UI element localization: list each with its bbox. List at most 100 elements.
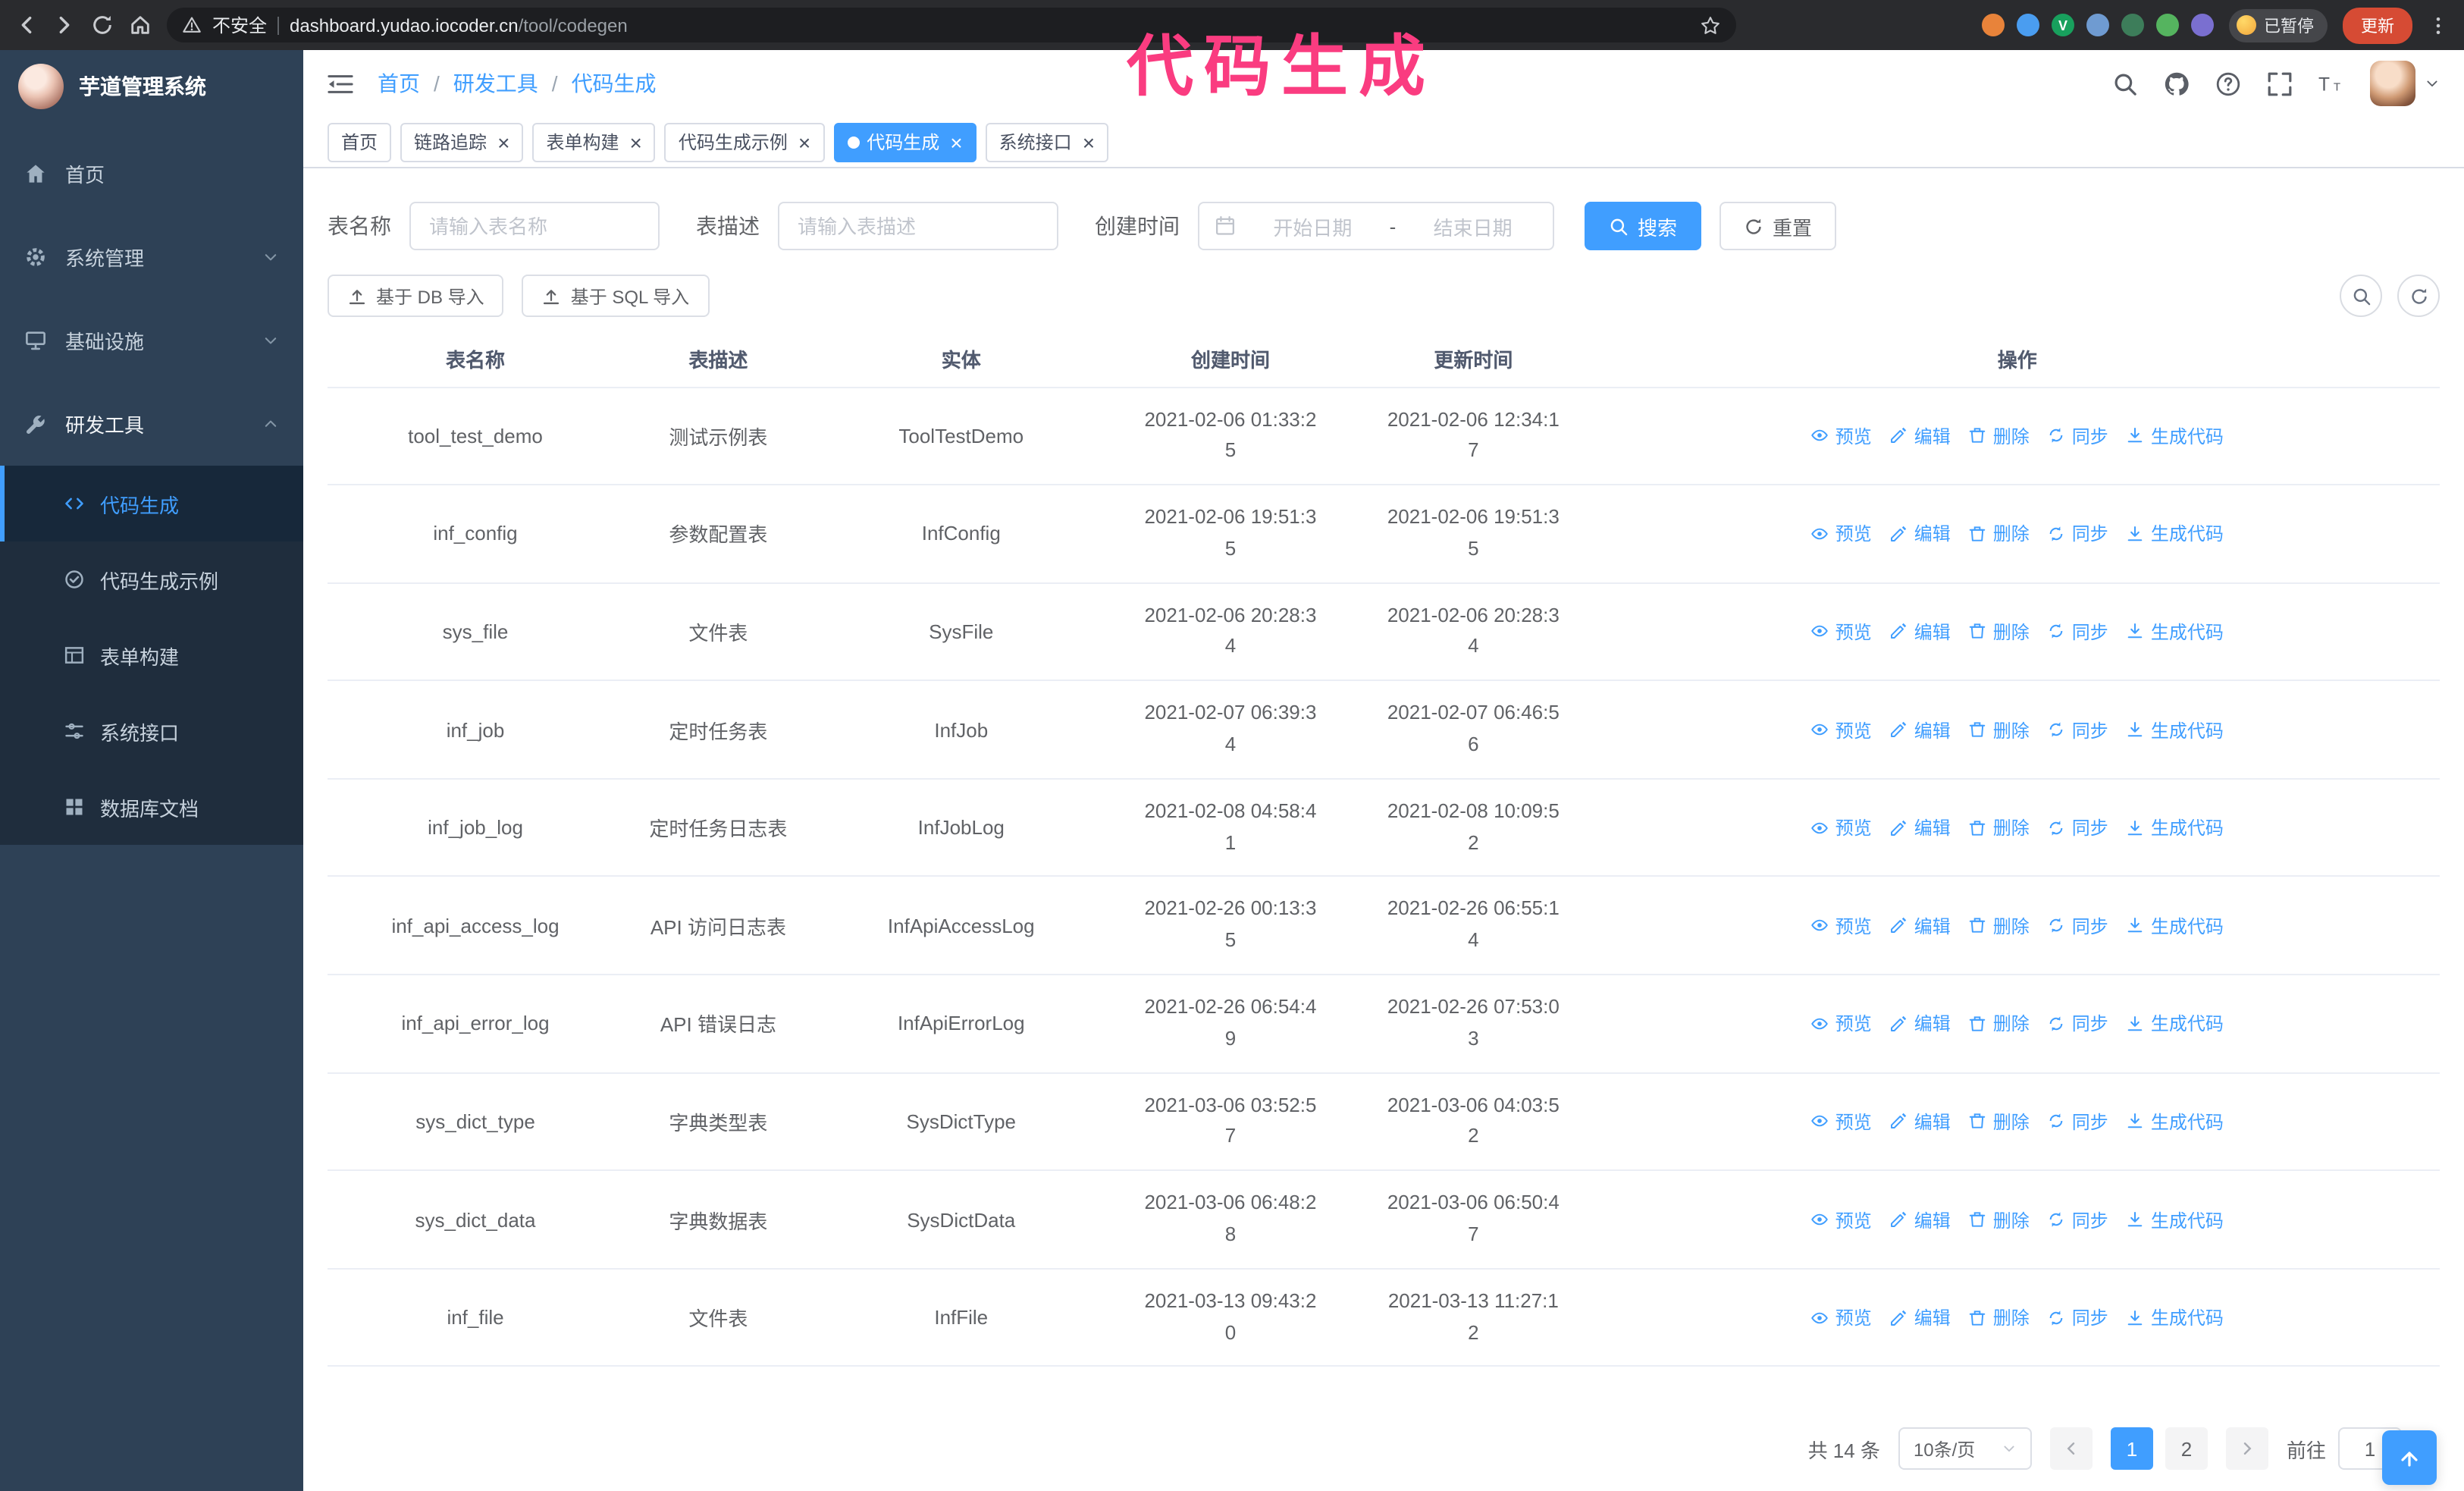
- row-7-action-generate[interactable]: 生成代码: [2127, 1109, 2224, 1135]
- close-icon[interactable]: ×: [950, 131, 962, 152]
- reset-button[interactable]: 重置: [1719, 202, 1837, 250]
- row-9-action-delete[interactable]: 删除: [1969, 1304, 2030, 1330]
- row-0-action-delete[interactable]: 删除: [1969, 423, 2030, 449]
- extension-dark-green[interactable]: [2121, 14, 2144, 36]
- prev-page-button[interactable]: [2049, 1427, 2093, 1470]
- row-9-action-edit[interactable]: 编辑: [1890, 1304, 1951, 1330]
- row-7-action-edit[interactable]: 编辑: [1890, 1109, 1951, 1135]
- row-0-action-edit[interactable]: 编辑: [1890, 423, 1951, 449]
- toggle-search-button[interactable]: [2340, 275, 2382, 317]
- back-to-top-button[interactable]: [2382, 1430, 2437, 1485]
- page-2-button[interactable]: 2: [2165, 1427, 2208, 1470]
- browser-home-button[interactable]: [129, 14, 152, 36]
- row-8-action-preview[interactable]: 预览: [1811, 1207, 1872, 1232]
- row-0-action-preview[interactable]: 预览: [1811, 423, 1872, 449]
- browser-update-button[interactable]: 更新: [2343, 7, 2412, 43]
- browser-back-button[interactable]: [15, 14, 38, 36]
- browser-reload-button[interactable]: [91, 14, 114, 36]
- import-db-button[interactable]: 基于 DB 导入: [328, 275, 504, 317]
- hamburger-icon[interactable]: [328, 71, 353, 96]
- extension-blue[interactable]: [2017, 14, 2039, 36]
- extension-orange[interactable]: [1982, 14, 2005, 36]
- sidebar-item-system[interactable]: 系统管理: [0, 215, 303, 299]
- row-4-action-preview[interactable]: 预览: [1811, 815, 1872, 840]
- row-1-action-generate[interactable]: 生成代码: [2127, 521, 2224, 547]
- tab-1[interactable]: 链路追踪 ×: [400, 122, 524, 162]
- sidebar-subitem-api[interactable]: 系统接口: [0, 693, 303, 769]
- paused-badge[interactable]: 已暂停: [2229, 8, 2328, 42]
- user-menu[interactable]: [2370, 61, 2440, 106]
- close-icon[interactable]: ×: [497, 131, 509, 152]
- sidebar-subitem-db-doc[interactable]: 数据库文档: [0, 769, 303, 845]
- row-7-action-delete[interactable]: 删除: [1969, 1109, 2030, 1135]
- row-9-action-sync[interactable]: 同步: [2048, 1304, 2108, 1330]
- tab-0[interactable]: 首页: [328, 122, 392, 162]
- row-9-action-generate[interactable]: 生成代码: [2127, 1304, 2224, 1330]
- row-5-action-edit[interactable]: 编辑: [1890, 913, 1951, 939]
- fullscreen-icon[interactable]: [2267, 71, 2293, 96]
- row-8-action-delete[interactable]: 删除: [1969, 1207, 2030, 1232]
- row-6-action-preview[interactable]: 预览: [1811, 1011, 1872, 1037]
- row-5-action-sync[interactable]: 同步: [2048, 913, 2108, 939]
- font-size-icon[interactable]: TT: [2318, 71, 2344, 96]
- refresh-table-button[interactable]: [2397, 275, 2440, 317]
- sidebar-subitem-codegen[interactable]: 代码生成: [0, 466, 303, 541]
- row-2-action-edit[interactable]: 编辑: [1890, 619, 1951, 645]
- extension-people[interactable]: [2086, 14, 2109, 36]
- breadcrumb-item-1[interactable]: 研发工具: [453, 68, 538, 99]
- tab-2[interactable]: 表单构建 ×: [532, 122, 656, 162]
- breadcrumb-item-2[interactable]: 代码生成: [572, 68, 657, 99]
- row-3-action-preview[interactable]: 预览: [1811, 717, 1872, 742]
- row-1-action-edit[interactable]: 编辑: [1890, 521, 1951, 547]
- row-3-action-delete[interactable]: 删除: [1969, 717, 2030, 742]
- row-2-action-preview[interactable]: 预览: [1811, 619, 1872, 645]
- row-6-action-delete[interactable]: 删除: [1969, 1011, 2030, 1037]
- extension-green-v[interactable]: V: [2052, 14, 2074, 36]
- extension-leaf[interactable]: [2156, 14, 2179, 36]
- row-4-action-delete[interactable]: 删除: [1969, 815, 2030, 840]
- row-3-action-sync[interactable]: 同步: [2048, 717, 2108, 742]
- row-6-action-generate[interactable]: 生成代码: [2127, 1011, 2224, 1037]
- close-icon[interactable]: ×: [629, 131, 641, 152]
- github-icon[interactable]: [2164, 71, 2190, 96]
- row-6-action-sync[interactable]: 同步: [2048, 1011, 2108, 1037]
- table-name-input[interactable]: [409, 202, 660, 250]
- next-page-button[interactable]: [2225, 1427, 2268, 1470]
- row-5-action-preview[interactable]: 预览: [1811, 913, 1872, 939]
- row-2-action-generate[interactable]: 生成代码: [2127, 619, 2224, 645]
- sidebar-item-infra[interactable]: 基础设施: [0, 299, 303, 382]
- page-1-button[interactable]: 1: [2110, 1427, 2153, 1470]
- close-icon[interactable]: ×: [798, 131, 810, 152]
- close-icon[interactable]: ×: [1083, 131, 1095, 152]
- row-4-action-edit[interactable]: 编辑: [1890, 815, 1951, 840]
- row-3-action-edit[interactable]: 编辑: [1890, 717, 1951, 742]
- row-8-action-edit[interactable]: 编辑: [1890, 1207, 1951, 1232]
- sidebar-subitem-form-builder[interactable]: 表单构建: [0, 617, 303, 693]
- row-3-action-generate[interactable]: 生成代码: [2127, 717, 2224, 742]
- browser-forward-button[interactable]: [53, 14, 76, 36]
- date-range-picker[interactable]: 开始日期 - 结束日期: [1198, 202, 1554, 250]
- tab-3[interactable]: 代码生成示例 ×: [664, 122, 825, 162]
- row-4-action-sync[interactable]: 同步: [2048, 815, 2108, 840]
- row-5-action-generate[interactable]: 生成代码: [2127, 913, 2224, 939]
- import-sql-button[interactable]: 基于 SQL 导入: [522, 275, 710, 317]
- row-6-action-edit[interactable]: 编辑: [1890, 1011, 1951, 1037]
- breadcrumb-item-0[interactable]: 首页: [378, 68, 420, 99]
- search-button[interactable]: 搜索: [1585, 202, 1702, 250]
- row-4-action-generate[interactable]: 生成代码: [2127, 815, 2224, 840]
- search-icon[interactable]: [2112, 71, 2138, 96]
- row-0-action-sync[interactable]: 同步: [2048, 423, 2108, 449]
- row-8-action-generate[interactable]: 生成代码: [2127, 1207, 2224, 1232]
- row-7-action-sync[interactable]: 同步: [2048, 1109, 2108, 1135]
- sidebar-subitem-codegen-example[interactable]: 代码生成示例: [0, 541, 303, 617]
- tab-5[interactable]: 系统接口 ×: [985, 122, 1109, 162]
- sidebar-item-home[interactable]: 首页: [0, 132, 303, 215]
- help-icon[interactable]: [2215, 71, 2241, 96]
- address-bar[interactable]: 不安全 dashboard.yudao.iocoder.cn/tool/code…: [167, 8, 1736, 42]
- row-7-action-preview[interactable]: 预览: [1811, 1109, 1872, 1135]
- bookmark-star-icon[interactable]: [1700, 14, 1721, 36]
- row-9-action-preview[interactable]: 预览: [1811, 1304, 1872, 1330]
- tab-4[interactable]: 代码生成 ×: [833, 122, 977, 162]
- row-0-action-generate[interactable]: 生成代码: [2127, 423, 2224, 449]
- row-1-action-sync[interactable]: 同步: [2048, 521, 2108, 547]
